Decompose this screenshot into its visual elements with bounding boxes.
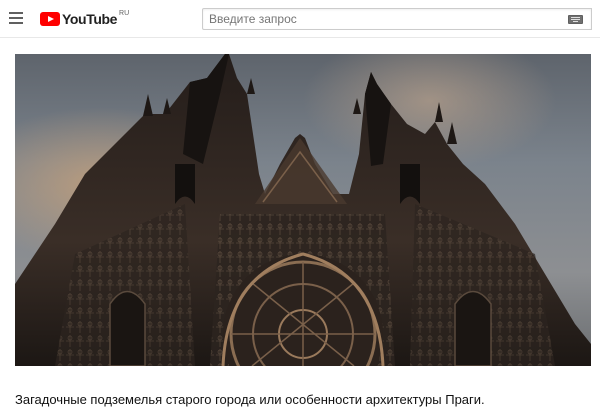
logo-text: YouTube [62, 11, 118, 27]
search-input[interactable] [203, 9, 568, 29]
logo-region: RU [119, 9, 130, 17]
hamburger-menu-icon[interactable] [9, 12, 23, 24]
masthead: YouTube RU [0, 0, 600, 38]
video-player[interactable] [15, 54, 591, 366]
search-box [202, 8, 592, 30]
video-title[interactable]: Загадочные подземелья старого города или… [15, 392, 585, 407]
video-frame-cathedral [15, 54, 591, 366]
keyboard-icon[interactable] [568, 14, 583, 24]
play-logo-icon [40, 12, 60, 26]
youtube-logo[interactable]: YouTube RU [40, 9, 129, 29]
